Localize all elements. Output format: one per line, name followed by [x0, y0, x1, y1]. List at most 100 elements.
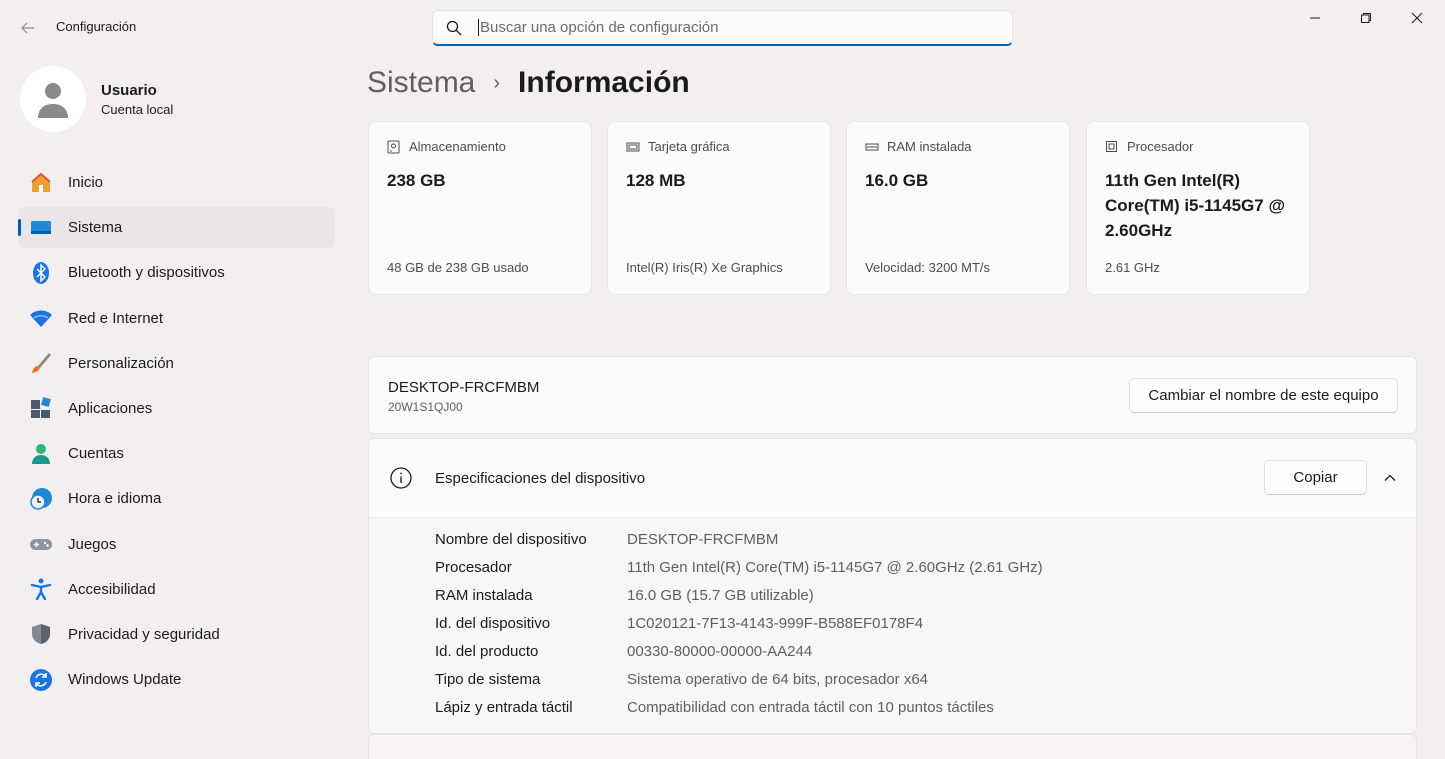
copy-button[interactable]: Copiar: [1264, 460, 1367, 495]
spec-value: DESKTOP-FRCFMBM: [627, 531, 779, 548]
breadcrumb-parent[interactable]: Sistema: [367, 66, 475, 100]
spec-label: Id. del producto: [435, 643, 539, 660]
sidebar-item-inicio[interactable]: Inicio: [18, 162, 335, 203]
card-footer: Intel(R) Iris(R) Xe Graphics: [626, 260, 783, 275]
sidebar-item-label: Hora e idioma: [68, 490, 162, 508]
card-title: Procesador: [1127, 139, 1194, 154]
update-icon: [30, 668, 52, 691]
card-footer: Velocidad: 3200 MT/s: [865, 260, 991, 275]
sidebar-item-privacidad[interactable]: Privacidad y seguridad: [18, 614, 335, 655]
spec-label: Nombre del dispositivo: [435, 531, 587, 548]
sidebar-nav: Inicio Sistema Bluetooth y dispositivos …: [18, 162, 335, 704]
accessibility-icon: [30, 578, 52, 601]
specs-list: Nombre del dispositivo DESKTOP-FRCFMBM P…: [369, 519, 1416, 733]
spec-value: Compatibilidad con entrada táctil con 10…: [627, 699, 994, 716]
spec-label: Procesador: [435, 559, 512, 576]
system-icon: [31, 220, 51, 234]
sidebar-item-label: Cuentas: [68, 445, 124, 463]
spec-label: Lápiz y entrada táctil: [435, 699, 573, 716]
brush-icon: [32, 353, 51, 374]
sidebar-item-personalizacion[interactable]: Personalización: [18, 343, 335, 384]
cpu-icon: [1106, 141, 1117, 152]
back-button[interactable]: [12, 12, 44, 44]
sidebar-item-juegos[interactable]: Juegos: [18, 524, 335, 565]
spec-value: 1C020121-7F13-4143-999F-B588EF0178F4: [627, 615, 924, 632]
spec-label: RAM instalada: [435, 587, 533, 604]
sidebar-item-label: Bluetooth y dispositivos: [68, 264, 225, 282]
spec-label: Id. del dispositivo: [435, 615, 551, 632]
windows-specs-section[interactable]: [368, 734, 1417, 759]
breadcrumb: Sistema › Información: [367, 66, 690, 100]
card-value: 11th Gen Intel(R) Core(TM) i5-1145G7 @ 2…: [1105, 171, 1286, 240]
sidebar-item-label: Privacidad y seguridad: [68, 625, 220, 643]
card-title: Almacenamiento: [409, 139, 506, 154]
rename-pc-button[interactable]: Cambiar el nombre de este equipo: [1129, 378, 1398, 413]
device-model: 20W1S1QJ00: [388, 400, 463, 414]
sidebar-item-label: Aplicaciones: [68, 399, 153, 417]
info-icon: [390, 467, 412, 489]
cpu-card[interactable]: Procesador 11th Gen Intel(R) Core(TM) i5…: [1086, 121, 1310, 295]
sidebar-item-label: Juegos: [68, 535, 117, 553]
sidebar-item-windows-update[interactable]: Windows Update: [18, 659, 335, 700]
gpu-icon: [626, 142, 640, 151]
sidebar-item-aplicaciones[interactable]: Aplicaciones: [18, 388, 335, 429]
sidebar-item-red[interactable]: Red e Internet: [18, 298, 335, 339]
title-bar: Configuración: [0, 0, 1445, 56]
user-account-type: Cuenta local: [101, 101, 174, 117]
close-button[interactable]: [1392, 0, 1442, 36]
home-icon: [31, 172, 51, 192]
card-footer: 2.61 GHz: [1105, 260, 1160, 275]
device-name-section: DESKTOP-FRCFMBM 20W1S1QJ00 Cambiar el no…: [368, 356, 1417, 434]
sidebar-item-sistema[interactable]: Sistema: [18, 207, 335, 249]
wifi-icon: [30, 310, 52, 328]
sidebar-item-accesibilidad[interactable]: Accesibilidad: [18, 569, 335, 610]
collapse-button[interactable]: [1379, 467, 1401, 489]
ram-card[interactable]: RAM instalada 16.0 GB Velocidad: 3200 MT…: [846, 121, 1070, 295]
apps-icon: [31, 397, 51, 419]
minimize-button[interactable]: [1290, 0, 1340, 36]
search-icon: [446, 20, 462, 35]
specs-title: Especificaciones del dispositivo: [435, 470, 646, 487]
spec-value: Sistema operativo de 64 bits, procesador…: [627, 671, 929, 688]
sidebar-item-label: Sistema: [68, 219, 123, 237]
sidebar-item-hora-idioma[interactable]: Hora e idioma: [18, 478, 335, 519]
ram-icon: [865, 143, 879, 150]
card-title: RAM instalada: [887, 139, 972, 154]
card-footer: 48 GB de 238 GB usado: [387, 260, 529, 275]
chevron-right-icon: ›: [493, 71, 501, 94]
back-arrow-icon: [21, 22, 34, 34]
sidebar-item-label: Inicio: [68, 174, 104, 191]
accounts-icon: [32, 443, 50, 464]
sidebar-item-cuentas[interactable]: Cuentas: [18, 433, 335, 474]
sidebar-item-label: Red e Internet: [68, 309, 164, 327]
card-value: 128 MB: [626, 171, 686, 190]
gpu-card[interactable]: Tarjeta gráfica 128 MB Intel(R) Iris(R) …: [607, 121, 831, 295]
maximize-button[interactable]: [1341, 0, 1391, 36]
app-title: Configuración: [56, 19, 137, 34]
spec-value: 00330-80000-00000-AA244: [627, 643, 813, 660]
sidebar-item-label: Accesibilidad: [68, 580, 156, 598]
close-icon: [1411, 12, 1423, 24]
user-profile[interactable]: Usuario Cuenta local: [20, 66, 173, 132]
minimize-icon: [1310, 17, 1320, 19]
spec-value: 11th Gen Intel(R) Core(TM) i5-1145G7 @ 2…: [627, 559, 1043, 576]
search-input[interactable]: [478, 19, 978, 36]
device-name: DESKTOP-FRCFMBM: [388, 379, 540, 396]
sidebar-item-bluetooth[interactable]: Bluetooth y dispositivos: [18, 252, 335, 293]
shield-icon: [32, 624, 50, 645]
maximize-icon: [1361, 13, 1371, 23]
storage-icon: [387, 140, 400, 153]
bluetooth-icon: [33, 261, 49, 284]
spec-value: 16.0 GB (15.7 GB utilizable): [627, 587, 814, 604]
search-box[interactable]: [432, 10, 1013, 46]
chevron-up-icon: [1384, 474, 1396, 481]
card-value: 16.0 GB: [865, 171, 929, 190]
sidebar-item-label: Windows Update: [68, 671, 182, 689]
gamepad-icon: [30, 539, 52, 550]
time-language-icon: [30, 487, 52, 510]
page-title: Información: [518, 66, 690, 99]
avatar: [20, 66, 86, 132]
specs-header[interactable]: Especificaciones del dispositivo Copiar: [369, 439, 1416, 518]
storage-card[interactable]: Almacenamiento 238 GB 48 GB de 238 GB us…: [368, 121, 592, 295]
device-specs-section: Especificaciones del dispositivo Copiar …: [368, 438, 1417, 734]
